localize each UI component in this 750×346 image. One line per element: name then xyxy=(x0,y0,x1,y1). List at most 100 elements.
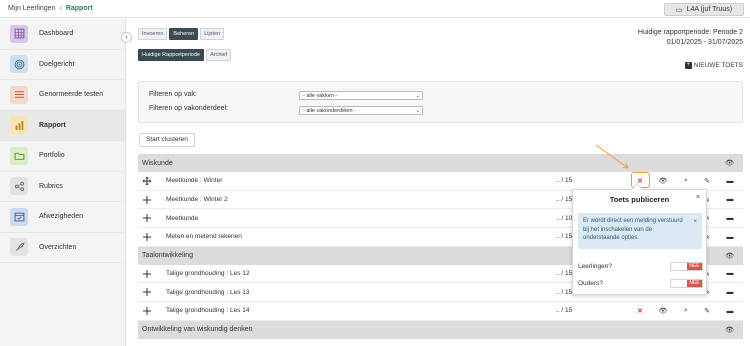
sidebar-item-label: Doelgericht xyxy=(39,60,75,68)
folder-icon xyxy=(10,146,28,165)
chevron-down-icon: ⌄ xyxy=(415,108,420,114)
filter-vak-label: Filteren op vak: xyxy=(149,91,197,98)
filter-vak-select[interactable]: - alle vakken - ⌄ xyxy=(299,91,423,100)
archive-icon[interactable]: ▬ xyxy=(725,306,735,316)
test-score: .. / 15 xyxy=(556,288,573,296)
tab-archief[interactable]: Archief xyxy=(206,49,232,61)
close-icon[interactable]: × xyxy=(696,194,700,201)
view-tabs: Invoeren Beheren Lijsten xyxy=(138,28,225,40)
start-clusteren-button[interactable]: Start clusteren xyxy=(139,133,195,147)
edit-icon[interactable]: ✎ xyxy=(702,306,712,316)
user-button[interactable]: ▭ L4A (juf Truus) xyxy=(664,3,744,16)
test-score: .. / 15 xyxy=(556,233,573,241)
sidebar-item-label: Dashboard xyxy=(39,30,74,38)
toggle-off-label: NEE xyxy=(687,280,702,287)
chevron-down-icon: ⌄ xyxy=(415,93,420,99)
drag-handle-icon[interactable] xyxy=(143,306,151,315)
sidebar: Dashboard Doelgericht Genormeerde testen… xyxy=(0,19,126,346)
info-text: Er wordt direct een melding verstuurd bi… xyxy=(583,218,683,241)
eye-icon[interactable]: 👁 xyxy=(725,252,734,260)
archive-icon[interactable]: ▬ xyxy=(725,195,735,205)
leerlingen-toggle[interactable]: NEE xyxy=(670,262,703,271)
test-name: Meetkunde : Winter xyxy=(166,177,223,185)
tab-invoeren[interactable]: Invoeren xyxy=(138,28,168,40)
sidebar-item-genormeerde-testen[interactable]: Genormeerde testen xyxy=(0,80,125,111)
eye-icon[interactable]: 👁 xyxy=(725,326,734,334)
tab-lijsten[interactable]: Lijsten xyxy=(200,28,225,40)
test-name: Meten en metend rekenen xyxy=(166,233,242,241)
archive-icon[interactable]: ▬ xyxy=(725,176,735,186)
user-label: L4A (juf Truus) xyxy=(686,6,733,13)
sidebar-item-rapport[interactable]: Rapport xyxy=(0,110,125,141)
user-icon: ▭ xyxy=(675,6,683,14)
breadcrumb: Mijn Leerlingen › Rapport xyxy=(8,5,93,12)
table-row: Meetkunde : Winter .. / 15 ✕ 👁 ⌕ ✎ ▬ xyxy=(138,172,743,191)
test-name: Meetkunde : Winter 2 xyxy=(166,196,228,204)
search-icon[interactable]: ⌕ xyxy=(681,306,691,316)
eye-icon[interactable]: 👁 xyxy=(725,159,734,167)
sidebar-item-doelgericht[interactable]: Doelgericht xyxy=(0,50,125,80)
sidebar-item-overzichten[interactable]: Overzichten xyxy=(0,233,125,263)
archive-icon[interactable]: ▬ xyxy=(725,287,735,297)
drag-handle-icon[interactable] xyxy=(143,195,151,204)
sidebar-item-rubrics[interactable]: Rubrics xyxy=(0,172,125,202)
sidebar-item-label: Genormeerde testen xyxy=(39,91,104,99)
filter-vakonderdeel-select[interactable]: - alle vakonderdelen - ⌄ xyxy=(299,106,423,115)
sidebar-item-label: Portfolio xyxy=(39,152,65,160)
test-name: Talige grondhouding : Les 12 xyxy=(166,270,250,278)
leerlingen-label: Leerlingen? xyxy=(578,263,612,270)
group-title: Taalontwikkeling xyxy=(142,252,193,260)
filter-vak-value: - alle vakken - xyxy=(303,93,338,99)
group-title: Ontwikkeling van wiskundig denken xyxy=(142,326,253,334)
drag-handle-icon[interactable] xyxy=(143,176,151,185)
period-info: Huidige rapportperiode: Periode 2 01/01/… xyxy=(638,28,743,48)
edit-icon[interactable]: ✎ xyxy=(702,176,712,186)
new-test-button[interactable]: + NIEUWE TOETS xyxy=(684,62,743,69)
close-icon[interactable]: × xyxy=(693,218,697,227)
group-title: Wiskunde xyxy=(142,159,173,167)
list-icon xyxy=(10,85,28,104)
group-header: Ontwikkeling van wiskundig denken 👁 xyxy=(138,320,743,339)
popover-title: Toets publiceren xyxy=(609,195,670,204)
ouders-label: Ouders? xyxy=(578,280,603,287)
test-score: .. / 15 xyxy=(556,270,573,278)
period-tabs: Huidige Rapportperiode Archief xyxy=(138,49,232,61)
eye-icon[interactable]: 👁 xyxy=(658,176,668,186)
plus-icon: + xyxy=(684,62,692,69)
drag-handle-icon[interactable] xyxy=(143,232,151,241)
drag-handle-icon[interactable] xyxy=(143,269,151,278)
collapse-sidebar-button[interactable]: ‹ xyxy=(121,32,132,43)
rocket-icon xyxy=(10,238,28,257)
chart-icon xyxy=(10,116,28,135)
publish-popover: Toets publiceren × Er wordt direct een m… xyxy=(572,183,707,295)
info-alert: Er wordt direct een melding verstuurd bi… xyxy=(578,213,702,249)
sidebar-item-label: Afwezigheden xyxy=(39,213,83,221)
period-dates: 01/01/2025 - 31/07/2025 xyxy=(666,39,743,46)
unpublished-x-icon[interactable]: ✕ xyxy=(635,306,645,316)
tab-beheren[interactable]: Beheren xyxy=(169,28,199,40)
sidebar-item-afwezigheden[interactable]: Afwezigheden xyxy=(0,202,125,233)
sidebar-item-dashboard[interactable]: Dashboard xyxy=(0,19,125,50)
period-title: Huidige rapportperiode: Periode 2 xyxy=(637,29,743,36)
breadcrumb-parent[interactable]: Mijn Leerlingen xyxy=(8,5,55,12)
top-bar: Mijn Leerlingen › Rapport ▭ L4A (juf Truus… xyxy=(0,0,750,18)
new-test-label: NIEUWE TOETS xyxy=(693,62,743,69)
sidebar-item-portfolio[interactable]: Portfolio xyxy=(0,141,125,172)
archive-icon[interactable]: ▬ xyxy=(725,213,735,223)
drag-handle-icon[interactable] xyxy=(143,288,151,297)
tab-huidige-rapportperiode[interactable]: Huidige Rapportperiode xyxy=(138,49,205,61)
breadcrumb-current: Rapport xyxy=(65,5,93,12)
archive-icon[interactable]: ▬ xyxy=(725,269,735,279)
test-name: Meetkunde xyxy=(166,214,199,222)
test-score: .. / 15 xyxy=(556,177,573,185)
archive-icon[interactable]: ▬ xyxy=(725,232,735,242)
grid-icon xyxy=(10,24,28,43)
drag-handle-icon[interactable] xyxy=(143,214,151,223)
eye-icon[interactable]: 👁 xyxy=(658,306,668,316)
ouders-toggle[interactable]: NEE xyxy=(670,279,703,288)
filter-vakonderdeel-label: Filteren op vakonderdeel: xyxy=(149,105,228,112)
search-icon[interactable]: ⌕ xyxy=(681,176,691,186)
filter-panel: Filteren op vak: - alle vakken - ⌄ Filter… xyxy=(138,81,743,123)
chevron-left-icon: ‹ xyxy=(125,34,128,41)
filter-vakonderdeel-value: - alle vakonderdelen - xyxy=(303,108,356,114)
